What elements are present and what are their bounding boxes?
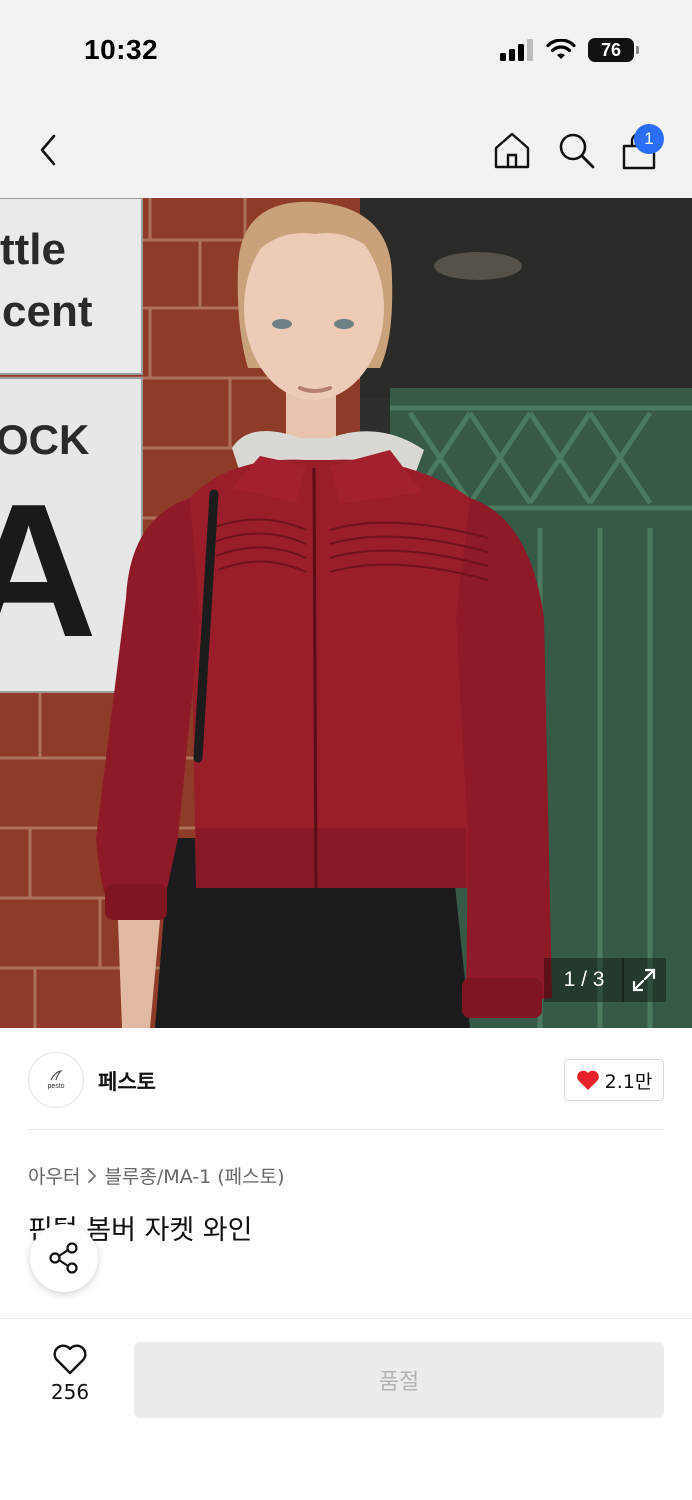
brand-like-count: 2.1만 [604, 1070, 653, 1093]
expand-icon [632, 968, 656, 992]
home-icon[interactable] [492, 130, 532, 170]
product-photo: ttle cent OCK A [0, 198, 692, 1028]
breadcrumb-child[interactable]: 블루종/MA-1 (페스토) [104, 1162, 284, 1189]
signal-icon [500, 39, 533, 61]
product-image[interactable]: ttle cent OCK A [0, 198, 692, 1028]
divider [28, 1129, 664, 1130]
breadcrumb-parent[interactable]: 아우터 [28, 1162, 80, 1189]
brand-logo-mark [50, 1070, 63, 1081]
breadcrumb: 아우터 블루종/MA-1 (페스토) [28, 1162, 285, 1189]
sold-out-button[interactable]: 품절 [134, 1342, 664, 1418]
wishlist-button[interactable]: 256 [36, 1344, 104, 1414]
share-icon [49, 1242, 78, 1274]
back-icon[interactable] [32, 130, 68, 170]
cart-count-badge: 1 [634, 124, 664, 154]
brand-like-button[interactable]: 2.1만 [564, 1059, 664, 1101]
chevron-right-icon [88, 1168, 97, 1183]
sign-text-3: OCK [0, 416, 89, 463]
sign-text-1: ttle [0, 225, 66, 274]
image-counter: 1 / 3 [544, 958, 624, 1002]
expand-image-button[interactable] [622, 958, 666, 1002]
heart-filled-icon [576, 1070, 599, 1090]
search-icon[interactable] [556, 130, 596, 170]
sign-text-2: cent [2, 287, 93, 336]
share-button[interactable] [30, 1224, 98, 1292]
status-time: 10:32 [84, 34, 159, 65]
battery-indicator: 76 [588, 38, 639, 62]
status-bar: 10:32 76 [0, 0, 692, 100]
brand-logo[interactable]: pesto [28, 1052, 84, 1108]
top-nav [0, 100, 692, 198]
brand-name[interactable]: 페스토 [98, 1066, 156, 1096]
battery-level: 76 [600, 39, 622, 60]
brand-logo-text: pesto [47, 1083, 65, 1090]
wishlist-count: 256 [50, 1380, 90, 1404]
battery-cap [636, 46, 639, 54]
sign-text-4: A [0, 465, 97, 677]
wifi-icon [546, 39, 576, 59]
status-icons: 76 [500, 38, 639, 62]
heart-outline-icon [53, 1344, 87, 1375]
